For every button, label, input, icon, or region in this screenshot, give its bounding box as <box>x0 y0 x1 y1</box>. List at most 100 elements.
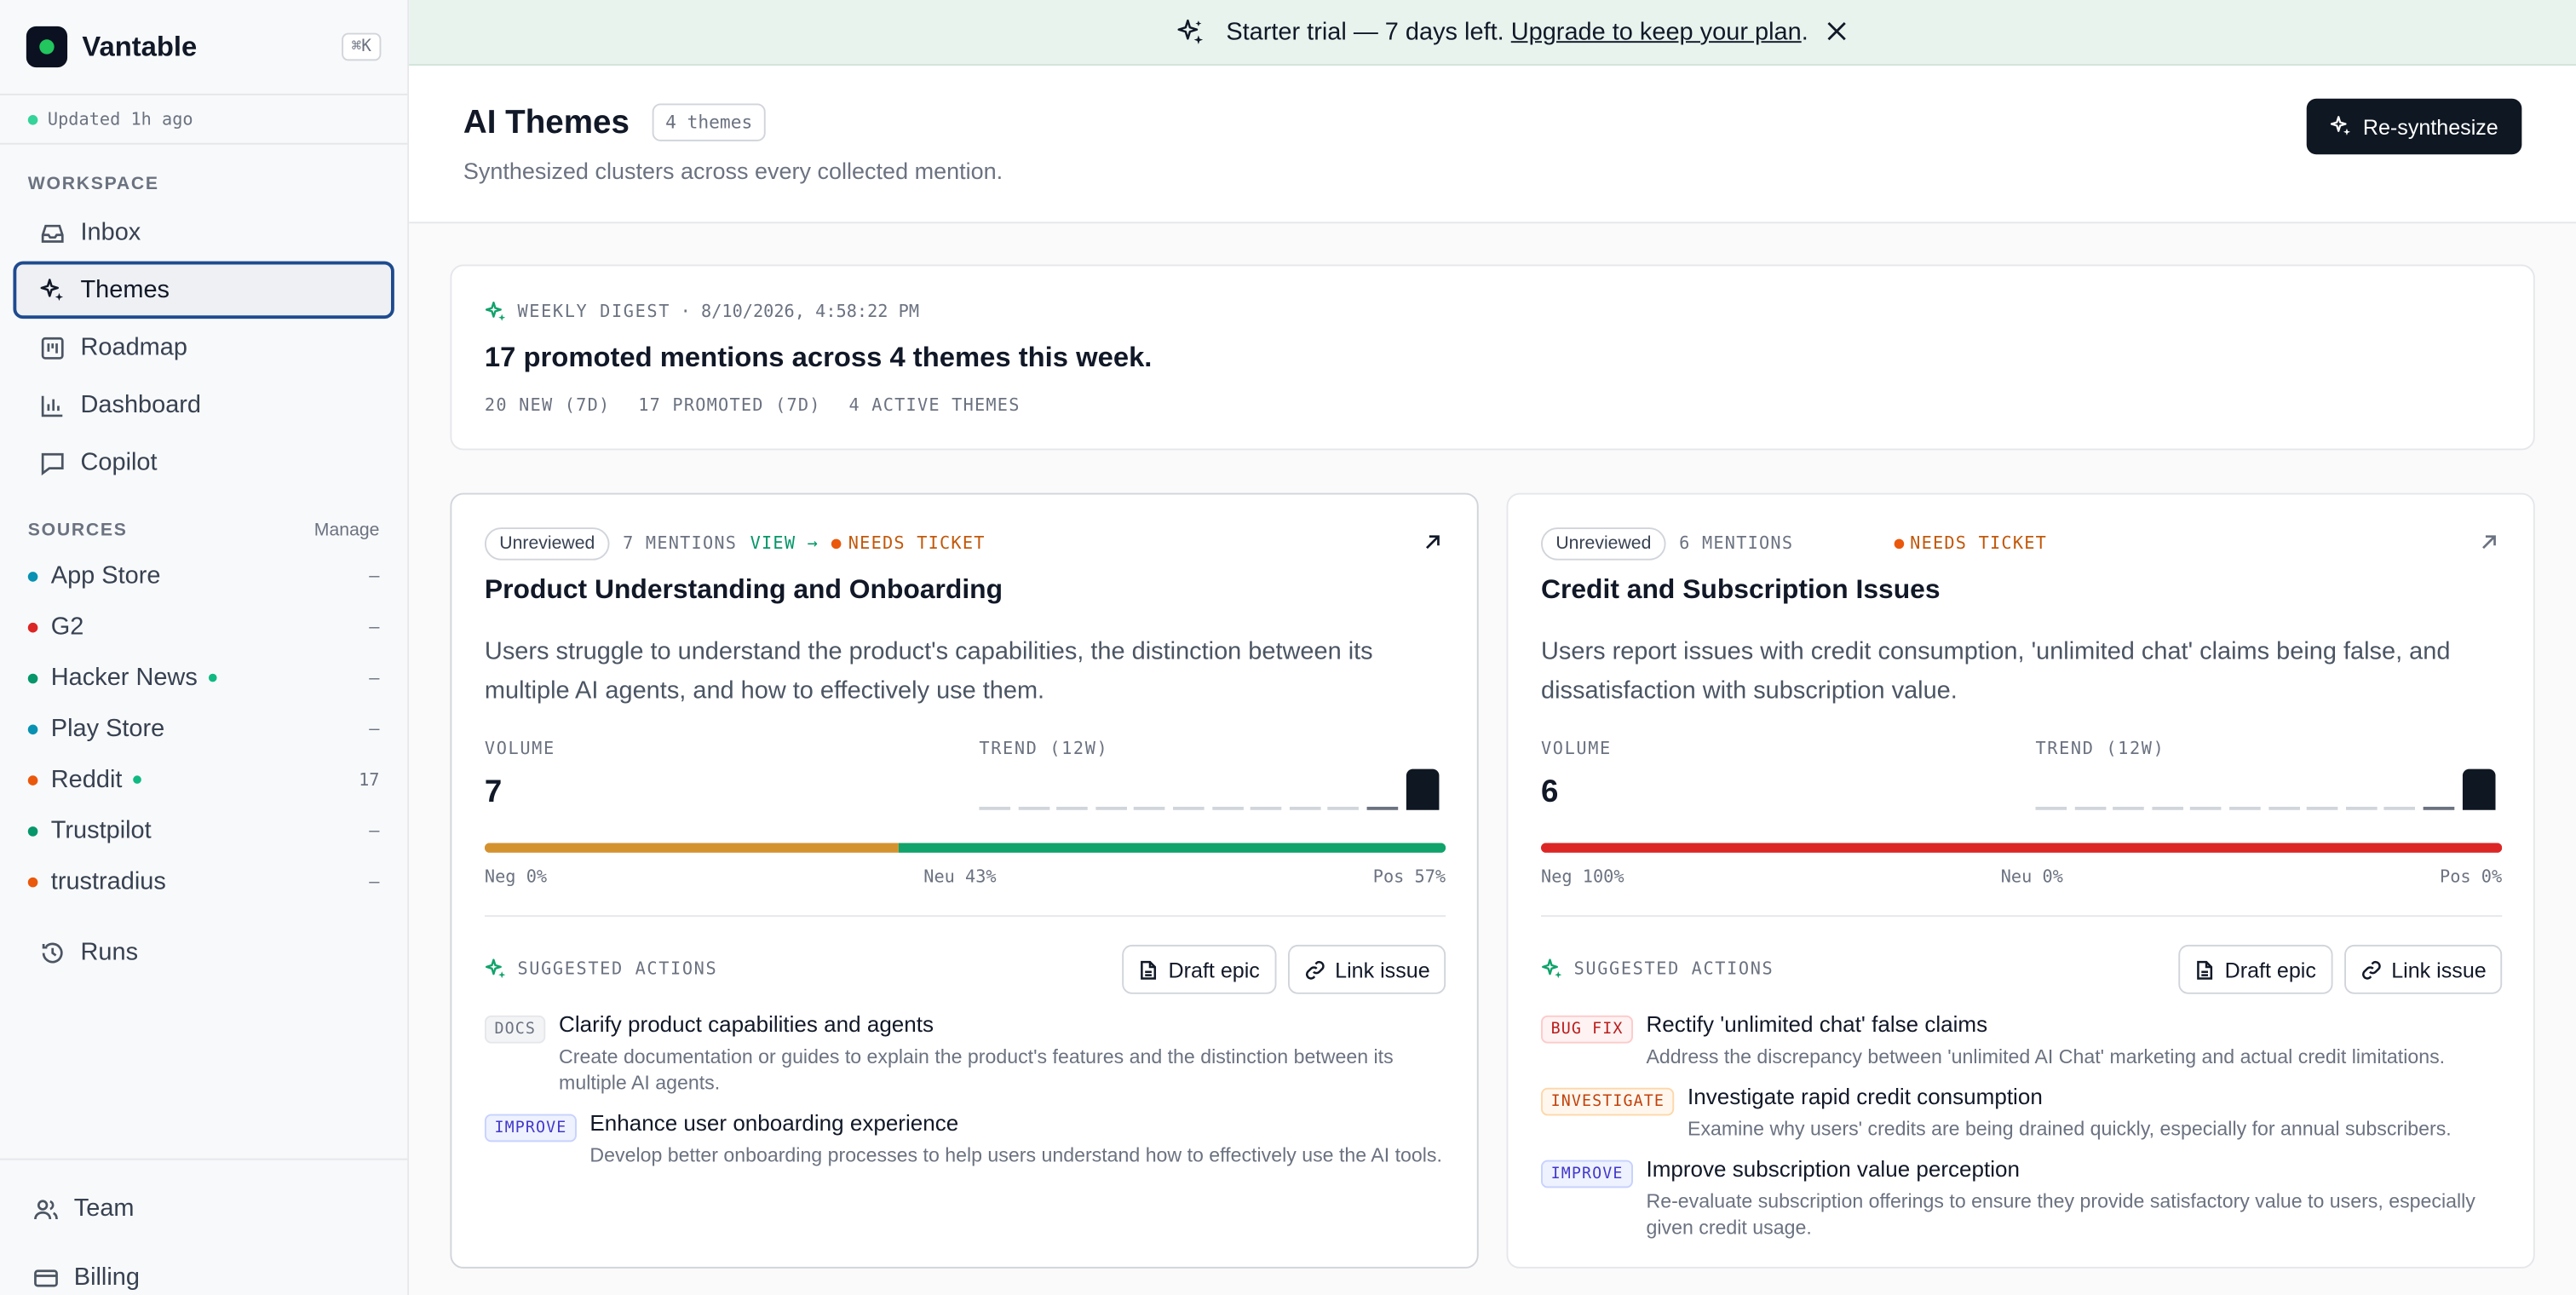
needs-ticket-flag: NEEDS TICKET <box>1893 534 2047 554</box>
trend-bar <box>2384 806 2416 810</box>
sources-list: App Store – G2 – Hacker News – Play Store – Redd… <box>0 550 407 906</box>
source-item[interactable]: trustradius – <box>0 856 407 907</box>
nav-copilot[interactable]: Copilot <box>13 434 394 491</box>
pos-label: Pos 57% <box>1372 867 1446 888</box>
trend-bar <box>1406 768 1439 810</box>
review-status-pill[interactable]: Unreviewed <box>1540 527 1666 561</box>
nav-dashboard[interactable]: Dashboard <box>13 377 394 434</box>
suggested-action[interactable]: IMPROVE Enhance user onboarding experienc… <box>484 1109 1446 1168</box>
app-name: Vantable <box>82 30 198 62</box>
manage-sources-link[interactable]: Manage <box>314 521 380 540</box>
resynthesize-button[interactable]: Re-synthesize <box>2306 98 2522 155</box>
chat-icon <box>39 449 66 475</box>
app-logo[interactable] <box>26 26 68 68</box>
trend-label: TREND (12W) <box>2035 739 2165 759</box>
close-icon[interactable] <box>1826 20 1849 49</box>
source-item[interactable]: Hacker News – <box>0 653 407 704</box>
theme-title[interactable]: Product Understanding and Onboarding <box>485 575 1003 607</box>
source-item[interactable]: Trustpilot – <box>0 805 407 856</box>
source-label: Trustpilot <box>50 816 152 845</box>
brand-header: Vantable ⌘K <box>0 0 408 95</box>
source-color-dot <box>27 723 38 734</box>
source-label-wrap: Hacker News <box>27 664 370 692</box>
source-item[interactable]: App Store – <box>0 550 407 601</box>
digest-label: WEEKLY DIGEST <box>517 302 671 322</box>
open-external-icon[interactable] <box>2479 531 2498 561</box>
sync-status: Updated 1h ago <box>0 95 408 145</box>
source-count: – <box>369 718 380 739</box>
review-status-pill[interactable]: Unreviewed <box>484 527 610 561</box>
nav-inbox[interactable]: Inbox <box>13 204 394 261</box>
source-color-dot <box>27 876 38 887</box>
suggested-action[interactable]: DOCS Clarify product capabilities and age… <box>484 1010 1446 1096</box>
sentiment-labels: Neg 100% Neu 0% Pos 0% <box>1541 867 2502 887</box>
source-label-wrap: App Store <box>27 561 370 590</box>
divider <box>1540 915 2503 918</box>
trial-suffix: . <box>1801 18 1808 46</box>
link-icon <box>1305 959 1324 979</box>
link-issue-button[interactable]: Link issue <box>2344 944 2503 994</box>
theme-card[interactable]: Unreviewed 6 MENTIONS NEEDS TICKET Credit a… <box>1506 492 2535 1269</box>
sparkles-icon <box>39 277 66 303</box>
nav-runs-label: Runs <box>80 938 139 966</box>
source-count: – <box>369 820 380 841</box>
source-label: Reddit <box>50 765 123 794</box>
suggested-action[interactable]: INVESTIGATE Investigate rapid credit cons… <box>1540 1083 2502 1142</box>
nav-team[interactable]: Team <box>7 1180 401 1238</box>
draft-epic-button[interactable]: Draft epic <box>2178 944 2333 994</box>
nav-themes[interactable]: Themes <box>13 261 394 319</box>
source-label: App Store <box>50 561 161 590</box>
suggested-action[interactable]: IMPROVE Improve subscription value percep… <box>1540 1155 2502 1240</box>
theme-count-badge: 4 themes <box>652 103 766 141</box>
history-icon <box>39 939 66 965</box>
flag-dot <box>1893 538 1904 550</box>
sparkles-icon <box>485 958 508 981</box>
document-icon <box>1141 959 1157 979</box>
trend-bar <box>1134 806 1166 810</box>
nav-roadmap[interactable]: Roadmap <box>13 319 394 377</box>
sentiment-labels: Neg 0% Neu 43% Pos 57% <box>485 867 1446 887</box>
open-external-icon[interactable] <box>1423 531 1442 561</box>
link-issue-label: Link issue <box>2391 957 2487 982</box>
suggested-actions-text: SUGGESTED ACTIONS <box>1573 959 1774 980</box>
source-label-wrap: Trustpilot <box>27 816 370 845</box>
sentiment-neg-segment <box>1540 843 2503 853</box>
trend-label: TREND (12W) <box>979 739 1109 759</box>
kanban-icon <box>39 334 66 360</box>
page-header: AI Themes 4 themes Synthesized clusters … <box>409 66 2576 224</box>
trend-bar <box>1172 806 1205 810</box>
nav-label: Roadmap <box>80 333 187 362</box>
source-item[interactable]: Reddit 17 <box>0 754 407 805</box>
nav-runs[interactable]: Runs <box>13 924 394 981</box>
trend-bar <box>2462 768 2495 810</box>
divider <box>484 915 1446 918</box>
link-issue-label: Link issue <box>1335 957 1430 982</box>
sentiment-bar <box>484 843 1446 853</box>
source-item[interactable]: G2 – <box>0 601 407 653</box>
sparkles-icon <box>485 301 506 321</box>
action-type-tag: IMPROVE <box>484 1114 577 1142</box>
source-color-dot <box>27 672 38 683</box>
theme-title[interactable]: Credit and Subscription Issues <box>1541 575 1941 607</box>
action-description: Create documentation or guides to explai… <box>559 1045 1394 1095</box>
view-mentions-link[interactable]: VIEW → <box>750 534 819 554</box>
command-palette-shortcut[interactable]: ⌘K <box>342 32 382 61</box>
trend-bar <box>2268 806 2300 810</box>
action-description: Re-evaluate subscription offerings to en… <box>1646 1189 2475 1240</box>
nav-billing[interactable]: Billing <box>7 1249 401 1295</box>
trend-bar <box>1251 806 1282 810</box>
source-item[interactable]: Play Store – <box>0 703 407 754</box>
source-label-wrap: trustradius <box>27 867 370 895</box>
draft-epic-button[interactable]: Draft epic <box>1122 944 1277 994</box>
suggested-action[interactable]: BUG FIX Rectify 'unlimited chat' false cl… <box>1540 1010 2502 1069</box>
theme-card[interactable]: Unreviewed 7 MENTIONS VIEW → NEEDS TICKET Pr… <box>450 492 1479 1269</box>
trend-bar <box>2074 806 2106 810</box>
upgrade-link[interactable]: Upgrade to keep your plan <box>1511 18 1802 46</box>
link-issue-button[interactable]: Link issue <box>1287 944 1446 994</box>
trend-bar <box>1328 806 1360 810</box>
theme-description: Users struggle to understand the product… <box>484 637 1373 705</box>
suggested-actions-list: DOCS Clarify product capabilities and age… <box>484 1010 1446 1182</box>
trend-bar <box>979 806 1011 810</box>
volume-label: VOLUME <box>1540 739 1612 759</box>
trend-bar <box>2152 806 2183 810</box>
